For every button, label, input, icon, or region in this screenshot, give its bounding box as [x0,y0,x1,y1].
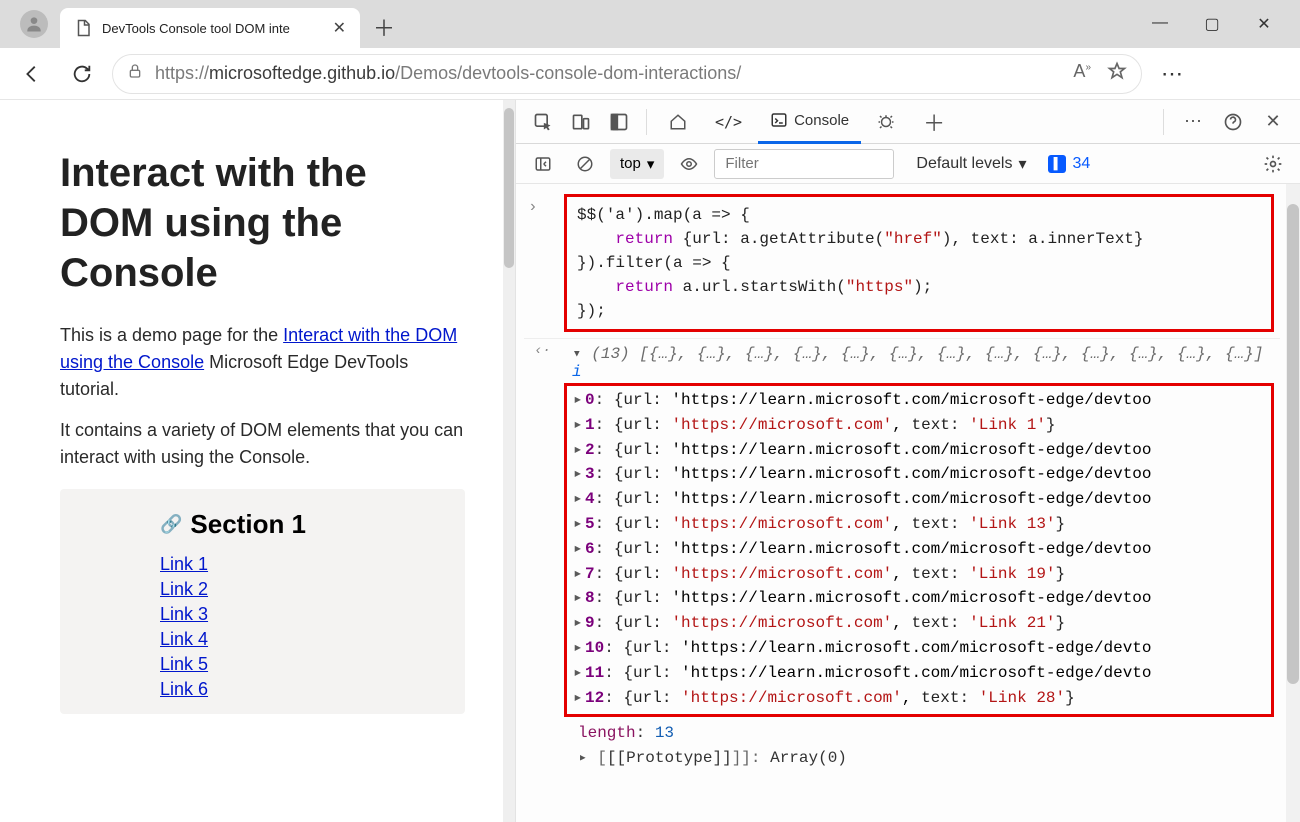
person-icon [24,14,44,34]
chevron-down-icon: ▾ [1018,154,1026,174]
refresh-button[interactable] [62,54,102,94]
result-row[interactable]: ▸7: {url: 'https://microsoft.com', text:… [573,562,1265,587]
titlebar: DevTools Console tool DOM inte ✕ ＋ — ▢ ✕ [0,0,1300,48]
gear-icon [1263,154,1283,174]
new-tab-button[interactable]: ＋ [366,9,402,45]
window-close-button[interactable]: ✕ [1252,14,1276,34]
result-row[interactable]: ▸2: {url: 'https://learn.microsoft.com/m… [573,438,1265,463]
result-row[interactable]: ▸10: {url: 'https://learn.microsoft.com/… [573,636,1265,661]
input-chevron-icon: › [528,198,538,216]
favorite-icon[interactable] [1107,61,1127,86]
result-row[interactable]: ▸1: {url: 'https://microsoft.com', text:… [573,413,1265,438]
bug-icon [877,113,895,131]
result-row[interactable]: ▸8: {url: 'https://learn.microsoft.com/m… [573,586,1265,611]
sidebar-toggle-button[interactable] [526,147,560,181]
result-row[interactable]: ▸11: {url: 'https://learn.microsoft.com/… [573,661,1265,686]
console-output-block: ▸0: {url: 'https://learn.microsoft.com/m… [564,383,1274,717]
console-input-block[interactable]: $$('a').map(a => { return {url: a.getAtt… [564,194,1274,332]
intro-paragraph-1: This is a demo page for the Interact wit… [60,322,465,403]
url-text: https://microsoftedge.github.io/Demos/de… [155,63,1061,84]
refresh-icon [71,63,93,85]
devtools-close-button[interactable]: ✕ [1256,105,1290,139]
document-icon [74,19,92,37]
eye-icon [680,155,698,173]
toolbar: https://microsoftedge.github.io/Demos/de… [0,48,1300,100]
console-icon [770,111,788,129]
chevron-down-icon: ▾ [647,155,655,173]
page-title: Interact with the DOM using the Console [60,148,465,298]
profile-avatar[interactable] [20,10,48,38]
result-summary[interactable]: ‹· ▾ (13) [{…}, {…}, {…}, {…}, {…}, {…},… [524,338,1280,383]
help-icon [1223,112,1243,132]
console-body: › $$('a').map(a => { return {url: a.getA… [516,184,1300,822]
section-card: 🔗 Section 1 Link 1 Link 2 Link 3 Link 4 Link… [60,489,465,714]
browser-tab[interactable]: DevTools Console tool DOM inte ✕ [60,8,360,48]
dock-side-button[interactable] [602,105,636,139]
devtools-help-button[interactable] [1216,105,1250,139]
result-row[interactable]: ▸9: {url: 'https://microsoft.com', text:… [573,611,1265,636]
arrow-left-icon [21,63,43,85]
tab-close-button[interactable]: ✕ [333,18,346,38]
code-icon: </> [715,113,742,131]
clear-icon [576,155,594,173]
lock-icon [127,63,143,84]
page-scrollbar[interactable] [503,100,515,822]
section-link[interactable]: Link 4 [160,629,441,650]
maximize-button[interactable]: ▢ [1200,14,1224,34]
context-selector[interactable]: top ▾ [610,149,664,179]
tab-title: DevTools Console tool DOM inte [102,21,323,36]
result-row[interactable]: ▸4: {url: 'https://learn.microsoft.com/m… [573,487,1265,512]
tab-add[interactable]: ＋ [911,100,957,144]
section-heading: 🔗 Section 1 [160,509,441,540]
console-settings-button[interactable] [1256,147,1290,181]
address-bar[interactable]: https://microsoftedge.github.io/Demos/de… [112,54,1142,94]
devtools-scrollbar[interactable] [1286,184,1300,822]
read-aloud-icon[interactable]: A» [1073,61,1091,86]
output-chevron-icon: ‹· [534,343,551,359]
home-icon [669,113,687,131]
console-toolbar: top ▾ Default levels ▾ ▌ 34 [516,144,1300,184]
tab-sources[interactable] [865,100,907,144]
tab-elements[interactable]: </> [703,100,754,144]
result-row[interactable]: ▸12: {url: 'https://microsoft.com', text… [573,686,1265,711]
log-levels-selector[interactable]: Default levels ▾ [916,154,1026,174]
issues-counter[interactable]: ▌ 34 [1048,155,1090,173]
devtools-more-button[interactable]: ⋯ [1176,105,1210,139]
result-row[interactable]: ▸0: {url: 'https://learn.microsoft.com/m… [573,388,1265,413]
section-link[interactable]: Link 3 [160,604,441,625]
browser-menu-button[interactable]: ⋯ [1152,61,1192,87]
minimize-button[interactable]: — [1148,14,1172,34]
result-row[interactable]: ▸3: {url: 'https://learn.microsoft.com/m… [573,462,1265,487]
tab-welcome[interactable] [657,100,699,144]
section-link[interactable]: Link 5 [160,654,441,675]
prototype-row[interactable]: ▸ [[[Prototype]]]]: Array(0) [524,746,1280,771]
clear-console-button[interactable] [568,147,602,181]
section-link[interactable]: Link 6 [160,679,441,700]
intro-paragraph-2: It contains a variety of DOM elements th… [60,417,465,471]
live-expression-button[interactable] [672,147,706,181]
result-row[interactable]: ▸5: {url: 'https://microsoft.com', text:… [573,512,1265,537]
section-link[interactable]: Link 2 [160,579,441,600]
tab-console[interactable]: Console [758,100,861,144]
devtools-tabs: </> Console ＋ ⋯ ✕ [516,100,1300,144]
link-icon: 🔗 [160,514,182,535]
inspect-element-button[interactable] [526,105,560,139]
devtools-panel: </> Console ＋ ⋯ ✕ [515,100,1300,822]
device-toggle-button[interactable] [564,105,598,139]
filter-input[interactable] [714,149,894,179]
array-length-row: length: 13 [524,721,1280,746]
issue-badge-icon: ▌ [1048,155,1066,173]
result-row[interactable]: ▸6: {url: 'https://learn.microsoft.com/m… [573,537,1265,562]
back-button[interactable] [12,54,52,94]
section-link[interactable]: Link 1 [160,554,441,575]
page-viewport: Interact with the DOM using the Console … [0,100,515,822]
